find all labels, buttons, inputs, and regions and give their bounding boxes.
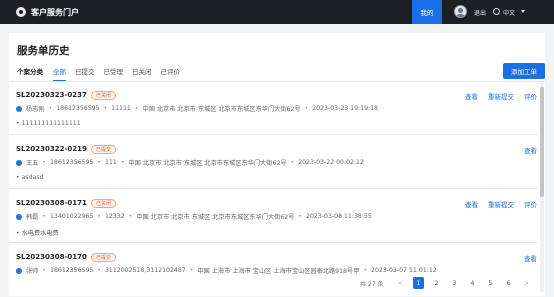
ticket-description: • asdasd [16, 174, 44, 181]
address: 中国 北京市 北京市 东城区 北京市东城区东华门大街62号 [136, 214, 295, 221]
contact-name: 杨志刚 [26, 106, 45, 113]
address: 中国 北京市 北京市 东城区 北京市东城区东华门大街62号 [128, 160, 287, 167]
contact-phone: 13401022965 [50, 213, 94, 220]
page-3-button[interactable]: 3 [449, 277, 460, 289]
language-selector[interactable]: 中文 [503, 8, 515, 17]
ticket-description: • 水电费水电费 [16, 230, 59, 237]
page-2-button[interactable]: 2 [431, 277, 442, 289]
user-icon [16, 105, 22, 112]
timestamp: 2023-03-23 19:19:18 [312, 105, 378, 112]
tab-accepted[interactable]: 已受理 [104, 66, 124, 76]
status-badge: 已提交 [91, 145, 117, 154]
contact-name: 韩磊 [26, 214, 39, 221]
ticket-number[interactable]: SL20230322-0219 [16, 145, 87, 153]
user-icon [16, 267, 22, 274]
address: 中国 北京市 北京市 东城区 北京市东城区东华门大街62号 [142, 106, 301, 113]
ticket-meta: 张帅 • 18612356595 • 3112002518,3112102487… [16, 266, 437, 275]
category-label: 个案分类 [17, 68, 43, 76]
avatar[interactable] [454, 5, 467, 18]
prev-page-button[interactable]: < [395, 277, 406, 289]
ticket-meta: 韩磊 • 13401022965 • 12332 • 中国 北京市 北京市 东城… [16, 212, 372, 221]
ticket-description: • 111111111111111 [16, 120, 81, 127]
user-icon [16, 213, 22, 220]
timestamp: 2023-03-08 11:38:55 [306, 213, 372, 220]
ticket-list-item: SL20230322-0219 已提交 王五 • 18612356595 • 1… [9, 136, 537, 189]
status-badge: 已关闭 [91, 199, 117, 208]
address: 中国 上海市 上海市 宝山区 上海市宝山区园泰北路918号甲 [197, 268, 360, 275]
timestamp: 2023-03-07 11:01:12 [371, 267, 437, 274]
nav-mine-tab[interactable]: 我的 [412, 0, 442, 24]
top-navigation-bar: 客户服务门户 我的 退出 中文 [0, 0, 554, 24]
contact-phone: 18612356595 [50, 159, 94, 166]
page-5-button[interactable]: 5 [485, 277, 496, 289]
ticket-number[interactable]: SL20230308-0170 [16, 253, 87, 261]
view-button[interactable]: 查看 [465, 199, 478, 209]
ticket-actions: 查看 重新提交 评价 [455, 199, 537, 209]
contact-phone: 18612356595 [56, 105, 100, 112]
view-button[interactable]: 查看 [465, 91, 478, 101]
resubmit-button[interactable]: 重新提交 [488, 199, 514, 209]
ticket-list-item: SL20230308-0170 已提交 张帅 • 18612356595 • 3… [9, 244, 537, 297]
chevron-down-icon[interactable] [521, 10, 525, 13]
product-code: 11111 [111, 105, 131, 112]
resubmit-button[interactable]: 重新提交 [488, 91, 514, 101]
total-count: 共 27 条 [360, 280, 384, 288]
status-filter-tabs: 个案分类 全部 已提交 已受理 已关闭 已评价 [17, 66, 189, 81]
contact-name: 张帅 [26, 268, 39, 275]
logout-link[interactable]: 退出 [474, 8, 486, 17]
page-4-button[interactable]: 4 [467, 277, 478, 289]
ticket-number[interactable]: SL20230308-0171 [16, 199, 87, 207]
ticket-actions: 查看 [514, 253, 537, 263]
product-code: 111 [105, 159, 117, 166]
ticket-number[interactable]: SL20230323-0237 [16, 91, 87, 99]
view-button[interactable]: 查看 [524, 253, 537, 263]
contact-phone: 18612356595 [50, 267, 94, 274]
tab-closed[interactable]: 已关闭 [132, 66, 152, 76]
tab-submitted[interactable]: 已提交 [75, 66, 95, 76]
page-1-button[interactable]: 1 [412, 277, 424, 289]
next-page-button[interactable]: > [521, 277, 532, 289]
ticket-meta: 王五 • 18612356595 • 111 • 中国 北京市 北京市 东城区 … [16, 158, 364, 167]
status-badge: 已关闭 [91, 91, 117, 100]
tab-all[interactable]: 全部 [53, 66, 66, 81]
tab-evaluated[interactable]: 已评价 [161, 66, 181, 76]
ticket-actions: 查看 重新提交 评价 [455, 91, 537, 101]
ticket-meta: 杨志刚 • 18612356595 • 11111 • 中国 北京市 北京市 东… [16, 104, 378, 113]
pagination: 共 27 条 < 1 2 3 4 5 6 > [360, 277, 535, 289]
rate-button[interactable]: 评价 [524, 199, 537, 209]
rate-button[interactable]: 评价 [524, 91, 537, 101]
contact-name: 王五 [26, 160, 39, 167]
product-code: 12332 [105, 213, 125, 220]
status-badge: 已提交 [91, 253, 117, 262]
globe-icon [493, 8, 500, 15]
add-ticket-button[interactable]: 添加工单 [503, 63, 545, 79]
app-title: 客户服务门户 [31, 7, 79, 17]
service-history-panel: 服务单历史 个案分类 全部 已提交 已受理 已关闭 已评价 添加工单 SL202… [9, 33, 545, 296]
ticket-actions: 查看 [514, 145, 537, 155]
user-icon [16, 159, 22, 166]
product-code: 3112002518,3112102487 [105, 267, 186, 274]
timestamp: 2023-03-22 00:02:12 [298, 159, 364, 166]
scrollbar-thumb[interactable] [540, 87, 544, 197]
page-title: 服务单历史 [17, 45, 70, 57]
ticket-list-item: SL20230323-0237 已关闭 杨志刚 • 18612356595 • … [9, 82, 537, 135]
page-6-button[interactable]: 6 [503, 277, 514, 289]
view-button[interactable]: 查看 [524, 145, 537, 155]
ticket-list-item: SL20230308-0171 已关闭 韩磊 • 13401022965 • 1… [9, 190, 537, 243]
logo-icon [16, 7, 26, 17]
